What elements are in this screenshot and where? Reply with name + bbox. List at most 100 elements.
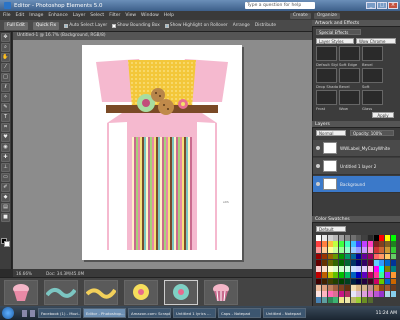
color-swatch[interactable] bbox=[327, 291, 333, 297]
color-swatch[interactable] bbox=[373, 247, 379, 254]
color-swatch[interactable] bbox=[327, 247, 333, 254]
effect-thumb-5[interactable] bbox=[339, 68, 360, 83]
color-swatch[interactable] bbox=[344, 266, 350, 272]
crop-tool-icon[interactable]: ⌗ bbox=[1, 123, 10, 132]
color-swatch[interactable] bbox=[344, 235, 350, 241]
color-swatch[interactable] bbox=[356, 266, 362, 272]
color-swatch[interactable] bbox=[344, 247, 350, 254]
color-swatch[interactable] bbox=[356, 297, 362, 303]
color-swatch[interactable] bbox=[350, 297, 356, 303]
type-tool-icon[interactable]: T bbox=[1, 113, 10, 122]
color-swatch[interactable] bbox=[367, 247, 373, 254]
bounding-box-checkbox[interactable] bbox=[112, 23, 117, 28]
eye-icon[interactable] bbox=[316, 182, 320, 186]
color-swatch[interactable] bbox=[339, 266, 345, 272]
color-swatch[interactable] bbox=[327, 259, 333, 266]
color-swatch[interactable] bbox=[373, 259, 379, 266]
selection-brush-tool-icon[interactable]: ✎ bbox=[1, 103, 10, 112]
color-swatch[interactable] bbox=[321, 291, 327, 297]
menu-image[interactable]: Image bbox=[29, 13, 43, 18]
color-swatch[interactable] bbox=[316, 235, 322, 241]
color-swatch[interactable] bbox=[350, 247, 356, 254]
color-swatch[interactable] bbox=[379, 247, 385, 254]
background-color-swatch[interactable] bbox=[4, 241, 10, 247]
arrange-dropdown[interactable]: Arrange bbox=[233, 23, 250, 28]
taskbar-item[interactable]: Untitled 1 lyrics ... bbox=[173, 308, 216, 318]
color-swatch[interactable] bbox=[390, 247, 396, 254]
color-swatch[interactable] bbox=[339, 272, 345, 279]
effect-thumb-7[interactable] bbox=[316, 90, 337, 105]
color-swatch[interactable] bbox=[344, 259, 350, 266]
distribute-dropdown[interactable]: Distribute bbox=[255, 23, 276, 28]
color-swatch[interactable] bbox=[367, 291, 373, 297]
color-swatch[interactable] bbox=[356, 272, 362, 279]
color-swatch[interactable] bbox=[344, 284, 350, 291]
color-swatch[interactable] bbox=[321, 266, 327, 272]
swatch-set-dropdown[interactable]: Default bbox=[316, 226, 346, 232]
color-swatch[interactable] bbox=[316, 284, 322, 291]
move-tool-icon[interactable]: ✥ bbox=[1, 33, 10, 42]
color-swatch[interactable] bbox=[356, 278, 362, 285]
color-swatch[interactable] bbox=[362, 235, 368, 241]
quicklaunch-icon[interactable] bbox=[30, 309, 35, 317]
color-swatch[interactable] bbox=[350, 291, 356, 297]
color-swatch[interactable] bbox=[321, 272, 327, 279]
color-swatch[interactable] bbox=[344, 272, 350, 279]
highlight-option[interactable]: Show Highlight on Rollover bbox=[164, 23, 228, 28]
color-swatch[interactable] bbox=[367, 235, 373, 241]
bin-thumb-flower-yellow[interactable] bbox=[124, 279, 158, 305]
menu-view[interactable]: View bbox=[125, 13, 136, 18]
color-swatch[interactable] bbox=[367, 266, 373, 272]
menu-layer[interactable]: Layer bbox=[73, 13, 86, 18]
color-swatch[interactable] bbox=[373, 284, 379, 291]
color-swatch[interactable] bbox=[327, 278, 333, 285]
color-swatch[interactable] bbox=[390, 278, 396, 285]
color-swatch[interactable] bbox=[344, 253, 350, 260]
color-swatch[interactable] bbox=[362, 266, 368, 272]
taskbar-item[interactable]: Untitled - Notepad bbox=[263, 308, 306, 318]
color-swatch[interactable] bbox=[367, 253, 373, 260]
color-swatch[interactable] bbox=[344, 297, 350, 303]
color-swatch[interactable] bbox=[350, 253, 356, 260]
color-swatch[interactable] bbox=[333, 266, 339, 272]
color-swatch[interactable] bbox=[385, 272, 391, 279]
color-swatch[interactable] bbox=[367, 278, 373, 285]
color-swatch[interactable] bbox=[373, 272, 379, 279]
color-swatch[interactable] bbox=[339, 284, 345, 291]
color-swatch[interactable] bbox=[321, 253, 327, 260]
color-swatch[interactable] bbox=[316, 259, 322, 266]
quick-fix-button[interactable]: Quick Fix bbox=[32, 21, 60, 30]
color-swatch[interactable] bbox=[385, 253, 391, 260]
color-swatch[interactable] bbox=[390, 253, 396, 260]
color-swatch[interactable] bbox=[339, 235, 345, 241]
color-swatch[interactable] bbox=[356, 284, 362, 291]
close-button[interactable]: × bbox=[388, 2, 398, 9]
color-swatch[interactable] bbox=[356, 241, 362, 247]
color-swatch[interactable] bbox=[385, 241, 391, 247]
color-swatch[interactable] bbox=[379, 272, 385, 279]
color-swatch[interactable] bbox=[327, 253, 333, 260]
color-swatch[interactable] bbox=[350, 272, 356, 279]
auto-select-checkbox[interactable] bbox=[64, 23, 69, 28]
color-swatch[interactable] bbox=[344, 278, 350, 285]
color-swatch[interactable] bbox=[390, 259, 396, 266]
color-swatch[interactable] bbox=[350, 278, 356, 285]
bin-thumb-cupcake-striped[interactable] bbox=[204, 279, 238, 305]
eraser-tool-icon[interactable]: ▭ bbox=[1, 173, 10, 182]
color-swatch[interactable] bbox=[350, 235, 356, 241]
red-eye-tool-icon[interactable]: ◉ bbox=[1, 143, 10, 152]
bin-thumb-cupcake[interactable] bbox=[4, 279, 38, 305]
color-swatch[interactable] bbox=[356, 291, 362, 297]
color-swatch[interactable] bbox=[339, 278, 345, 285]
color-swatch[interactable] bbox=[333, 235, 339, 241]
color-swatch[interactable] bbox=[390, 284, 396, 291]
effect-thumb-1[interactable] bbox=[316, 46, 337, 61]
effect-thumb-6[interactable] bbox=[362, 68, 383, 83]
bounding-box-option[interactable]: Show Bounding Box bbox=[112, 23, 160, 28]
menu-window[interactable]: Window bbox=[141, 13, 159, 18]
color-swatch[interactable] bbox=[316, 297, 322, 303]
color-swatch[interactable] bbox=[367, 241, 373, 247]
color-swatch[interactable] bbox=[350, 259, 356, 266]
color-swatch[interactable] bbox=[373, 241, 379, 247]
eyedropper-tool-icon[interactable]: ⁄ bbox=[1, 63, 10, 72]
